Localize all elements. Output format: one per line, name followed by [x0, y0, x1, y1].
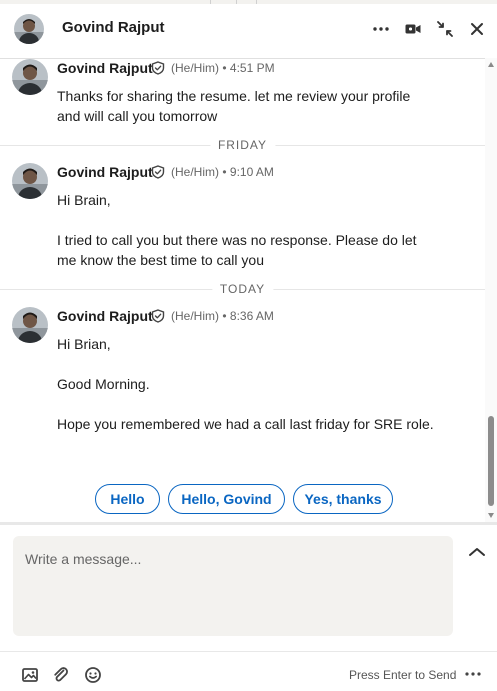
message-input[interactable]: Write a message... — [13, 536, 453, 636]
header-top-border — [0, 0, 497, 4]
day-divider-friday: FRIDAY — [0, 138, 485, 152]
video-call-button[interactable] — [402, 17, 424, 41]
minimize-button[interactable] — [434, 17, 456, 41]
message-text: Hi Brain, — [57, 192, 111, 208]
more-horizontal-icon[interactable] — [464, 666, 482, 682]
suggested-reply-hello-govind[interactable]: Hello, Govind — [168, 484, 285, 514]
footer-separator — [0, 651, 497, 652]
paperclip-icon[interactable] — [52, 666, 70, 684]
message-list-scrollbar[interactable] — [485, 58, 497, 522]
image-icon[interactable] — [21, 666, 39, 684]
sender-name[interactable]: Govind Rajput — [57, 308, 153, 324]
message-text: Good Morning. — [57, 376, 150, 392]
message-meta: (He/Him) • 8:36 AM — [171, 309, 274, 323]
meta-separator: • — [222, 165, 227, 179]
message-list[interactable]: Govind Rajput (He/Him) • 4:51 PM Thanks … — [0, 58, 485, 522]
scrollbar-thumb[interactable] — [488, 416, 494, 506]
chevron-up-icon[interactable] — [466, 543, 488, 561]
message-time: 4:51 PM — [229, 61, 275, 75]
message-text: Hi Brian, — [57, 336, 111, 352]
sender-avatar[interactable] — [12, 58, 48, 96]
message-text: and will call you tomorrow — [57, 108, 218, 124]
sender-pronouns: (He/Him) — [171, 165, 219, 179]
suggested-reply-yes-thanks[interactable]: Yes, thanks — [293, 484, 393, 514]
conversation-header: Govind Rajput — [0, 0, 497, 59]
message-input-placeholder: Write a message... — [25, 551, 142, 567]
day-divider-today: TODAY — [0, 282, 485, 296]
message-text: I tried to call you but there was no res… — [57, 232, 417, 248]
meta-separator: • — [222, 309, 227, 323]
conversation-title[interactable]: Govind Rajput — [62, 19, 165, 36]
sender-pronouns: (He/Him) — [171, 309, 219, 323]
verified-shield-icon — [151, 309, 165, 323]
meta-separator: • — [222, 61, 227, 75]
composer-separator — [0, 522, 497, 525]
messaging-window: Govind Rajput Govind Rajput (He/Him) • 4… — [0, 0, 497, 691]
message-text: me know the best time to call you — [57, 252, 264, 268]
send-hint[interactable]: Press Enter to Send — [349, 668, 456, 682]
minimize-icon — [437, 21, 453, 37]
suggested-reply-hello[interactable]: Hello — [95, 484, 160, 514]
verified-shield-icon — [151, 165, 165, 179]
message-text: Hope you remembered we had a call last f… — [57, 416, 434, 432]
header-avatar[interactable] — [14, 14, 44, 44]
message-time: 9:10 AM — [229, 165, 274, 179]
message-time: 8:36 AM — [229, 309, 274, 323]
sender-name[interactable]: Govind Rajput — [57, 60, 153, 76]
day-divider-label: TODAY — [211, 282, 274, 296]
sender-avatar[interactable] — [12, 306, 48, 344]
sender-name[interactable]: Govind Rajput — [57, 164, 153, 180]
message-text: Thanks for sharing the resume. let me re… — [57, 88, 411, 104]
close-button[interactable] — [466, 17, 488, 41]
more-options-button[interactable] — [370, 17, 392, 41]
emoji-icon[interactable] — [84, 666, 102, 684]
suggested-replies: Hello Hello, Govind Yes, thanks — [0, 484, 485, 514]
sender-avatar[interactable] — [12, 162, 48, 200]
verified-shield-icon — [151, 61, 165, 75]
scroll-down-arrow[interactable] — [488, 513, 494, 518]
message-meta: (He/Him) • 4:51 PM — [171, 61, 275, 75]
day-divider-label: FRIDAY — [209, 138, 276, 152]
message-meta: (He/Him) • 9:10 AM — [171, 165, 274, 179]
close-icon — [471, 23, 483, 35]
video-call-icon — [405, 24, 421, 34]
scroll-up-arrow[interactable] — [488, 62, 494, 67]
sender-pronouns: (He/Him) — [171, 61, 219, 75]
more-horizontal-icon — [373, 27, 389, 31]
